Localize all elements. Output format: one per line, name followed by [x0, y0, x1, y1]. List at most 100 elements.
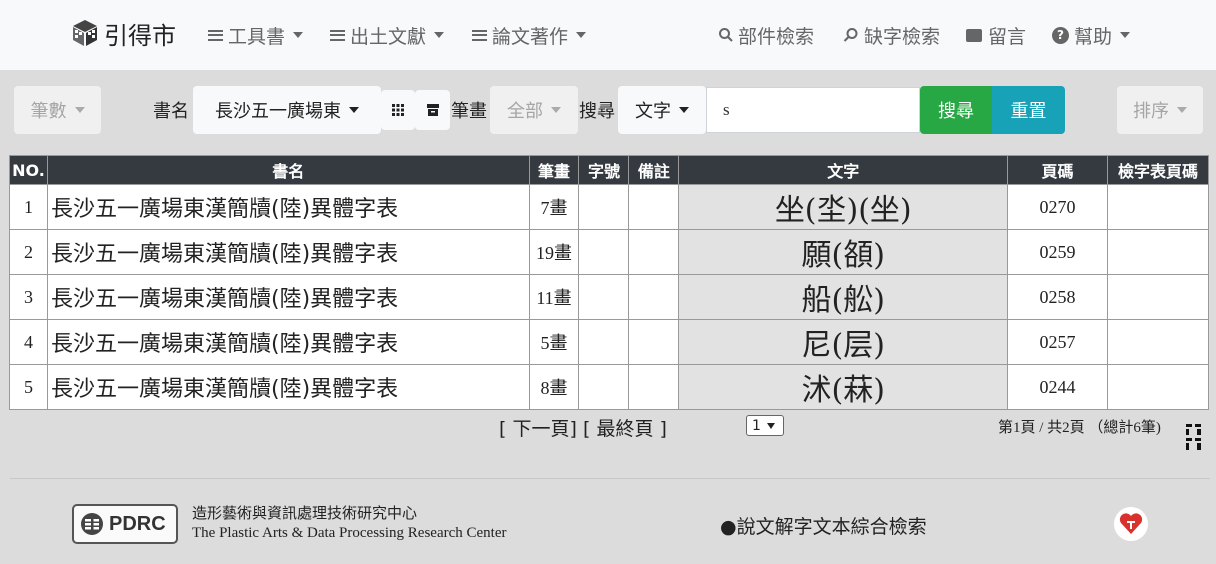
search-type-dropdown[interactable]: 文字 [618, 86, 706, 134]
search-plus-icon [843, 28, 858, 42]
selected-value: 全部 [507, 101, 543, 122]
nav-missing-char-search[interactable]: 缺字檢索 [842, 20, 940, 50]
char-number-cell [578, 274, 630, 320]
nav-message[interactable]: 留言 [966, 20, 1026, 50]
book-name-cell: 長沙五一廣場東漢簡牘(陸)異體字表 [46, 229, 530, 275]
nav-help-dropdown[interactable]: ? 幫助 [1052, 20, 1131, 50]
caret-down-icon [1177, 107, 1187, 113]
brand-link[interactable]: 引得市 [72, 18, 176, 50]
table-row: 5 長沙五一廣場東漢簡牘(陸)異體字表 8畫 沭(菻) 0244 [9, 364, 1209, 410]
col-header-strokes: 筆畫 [528, 155, 580, 185]
note-cell [628, 319, 680, 365]
row-number: 5 [9, 364, 48, 410]
glyph-cell[interactable]: 沭(菻) [678, 364, 1009, 410]
row-number: 2 [9, 229, 48, 275]
char-number-cell [578, 184, 630, 230]
table-row: 1 長沙五一廣場東漢簡牘(陸)異體字表 7畫 坐(坔)(坐) 0270 [9, 184, 1209, 230]
col-header-note: 備註 [628, 155, 680, 185]
pdrc-emblem-icon [81, 513, 103, 535]
pdrc-logo[interactable]: PDRC [72, 504, 178, 544]
strokes-cell: 7畫 [528, 184, 580, 230]
book-name-label: 書名 [153, 101, 189, 122]
cube-logo-icon [73, 20, 97, 46]
table-row: 2 長沙五一廣場東漢簡牘(陸)異體字表 19畫 願(頟) 0259 [9, 229, 1209, 275]
glyph-cell[interactable]: 坐(坔)(坐) [678, 184, 1009, 230]
selected-value: 文字 [635, 101, 671, 122]
caret-down-icon [293, 32, 304, 38]
note-cell [628, 274, 680, 320]
page-cell: 0270 [1007, 184, 1108, 230]
char-number-cell [578, 319, 630, 365]
caret-down-icon [349, 107, 359, 113]
book-name-cell: 長沙五一廣場東漢簡牘(陸)異體字表 [46, 364, 530, 410]
col-header-glyph: 文字 [678, 155, 1009, 185]
strokes-cell: 11畫 [528, 274, 580, 320]
char-number-cell [578, 364, 630, 410]
nav-dropdown-reference-books[interactable]: 工具書 [208, 20, 304, 50]
search-icon [719, 28, 733, 42]
button-label: 排序 [1133, 101, 1169, 122]
comments-icon [966, 28, 982, 42]
book-name-dropdown[interactable]: 長沙五一廣場東 [193, 86, 381, 134]
caret-down-icon [576, 32, 587, 38]
book-name-cell: 長沙五一廣場東漢簡牘(陸)異體字表 [46, 274, 530, 320]
nav-dropdown-excavated-documents[interactable]: 出土文獻 [330, 20, 445, 50]
index-page-cell [1107, 229, 1209, 275]
button-label: 重置 [1010, 101, 1047, 122]
nav-label: 幫助 [1074, 25, 1113, 48]
nav-label: 留言 [988, 25, 1027, 48]
note-cell [628, 364, 680, 410]
search-label: 搜尋 [579, 101, 615, 122]
button-label: 筆數 [30, 101, 67, 122]
org-name-en: The Plastic Arts & Data Processing Resea… [192, 525, 507, 541]
caret-down-icon [551, 107, 561, 113]
next-page-link[interactable]: [ 下一頁] [499, 414, 577, 441]
heart-badge-icon [1119, 513, 1143, 534]
menu-icon [330, 29, 345, 41]
grid-view-button[interactable] [381, 90, 415, 130]
strokes-count-dropdown[interactable]: 筆數 [14, 86, 101, 134]
nav-part-search[interactable]: 部件檢索 [718, 20, 814, 50]
results-table: NO. 書名 筆畫 字號 備註 文字 頁碼 檢字表頁碼 1 長沙五一廣場東漢簡牘… [9, 155, 1209, 410]
row-number: 1 [9, 184, 48, 230]
glyph-cell[interactable]: 船(舩) [678, 274, 1009, 320]
glyph-cell[interactable]: 尼(层) [678, 319, 1009, 365]
menu-icon [208, 29, 223, 41]
menu-icon [472, 29, 487, 41]
sort-dropdown[interactable]: 排序 [1117, 86, 1203, 134]
archive-button[interactable] [415, 90, 450, 130]
strokes-cell: 8畫 [528, 364, 580, 410]
org-name-zh: 造形藝術與資訊處理技術研究中心 [192, 506, 418, 522]
archive-icon [426, 104, 439, 116]
table-row: 3 長沙五一廣場東漢簡牘(陸)異體字表 11畫 船(舩) 0258 [9, 274, 1209, 320]
index-page-cell [1107, 319, 1209, 365]
shuowen-search-link[interactable]: ●說文解字文本綜合檢索 [720, 512, 927, 539]
book-name-cell: 長沙五一廣場東漢簡牘(陸)異體字表 [46, 319, 530, 365]
strokes-dropdown[interactable]: 全部 [490, 86, 578, 134]
search-button[interactable]: 搜尋 [920, 86, 992, 134]
search-input[interactable] [706, 87, 920, 133]
col-header-book: 書名 [46, 155, 530, 185]
reset-button[interactable]: 重置 [992, 86, 1065, 134]
col-header-char-number: 字號 [578, 155, 630, 185]
caret-down-icon [679, 107, 689, 113]
page-cell: 0259 [1007, 229, 1108, 275]
caret-down-icon [434, 32, 445, 38]
glyph-cell[interactable]: 願(頟) [678, 229, 1009, 275]
button-label: 搜尋 [938, 101, 974, 122]
chevron-down-icon [766, 422, 775, 429]
strokes-cell: 5畫 [528, 319, 580, 365]
col-header-no: NO. [9, 155, 48, 185]
note-cell [628, 229, 680, 275]
nav-label: 工具書 [228, 25, 286, 48]
selected-page: 1 [752, 417, 761, 434]
page-cell: 0257 [1007, 319, 1108, 365]
qr-code-icon[interactable] [1186, 424, 1202, 450]
nav-dropdown-papers[interactable]: 論文著作 [472, 20, 587, 50]
page-info: 第1頁 / 共2頁 （總計6筆) [998, 420, 1161, 436]
page-select[interactable]: 1 [746, 415, 784, 436]
footer-partner-logo[interactable] [1114, 507, 1148, 541]
last-page-link[interactable]: [ 最終頁 ] [583, 414, 667, 441]
selected-value: 長沙五一廣場東 [215, 101, 341, 122]
footer-divider [10, 478, 1210, 479]
